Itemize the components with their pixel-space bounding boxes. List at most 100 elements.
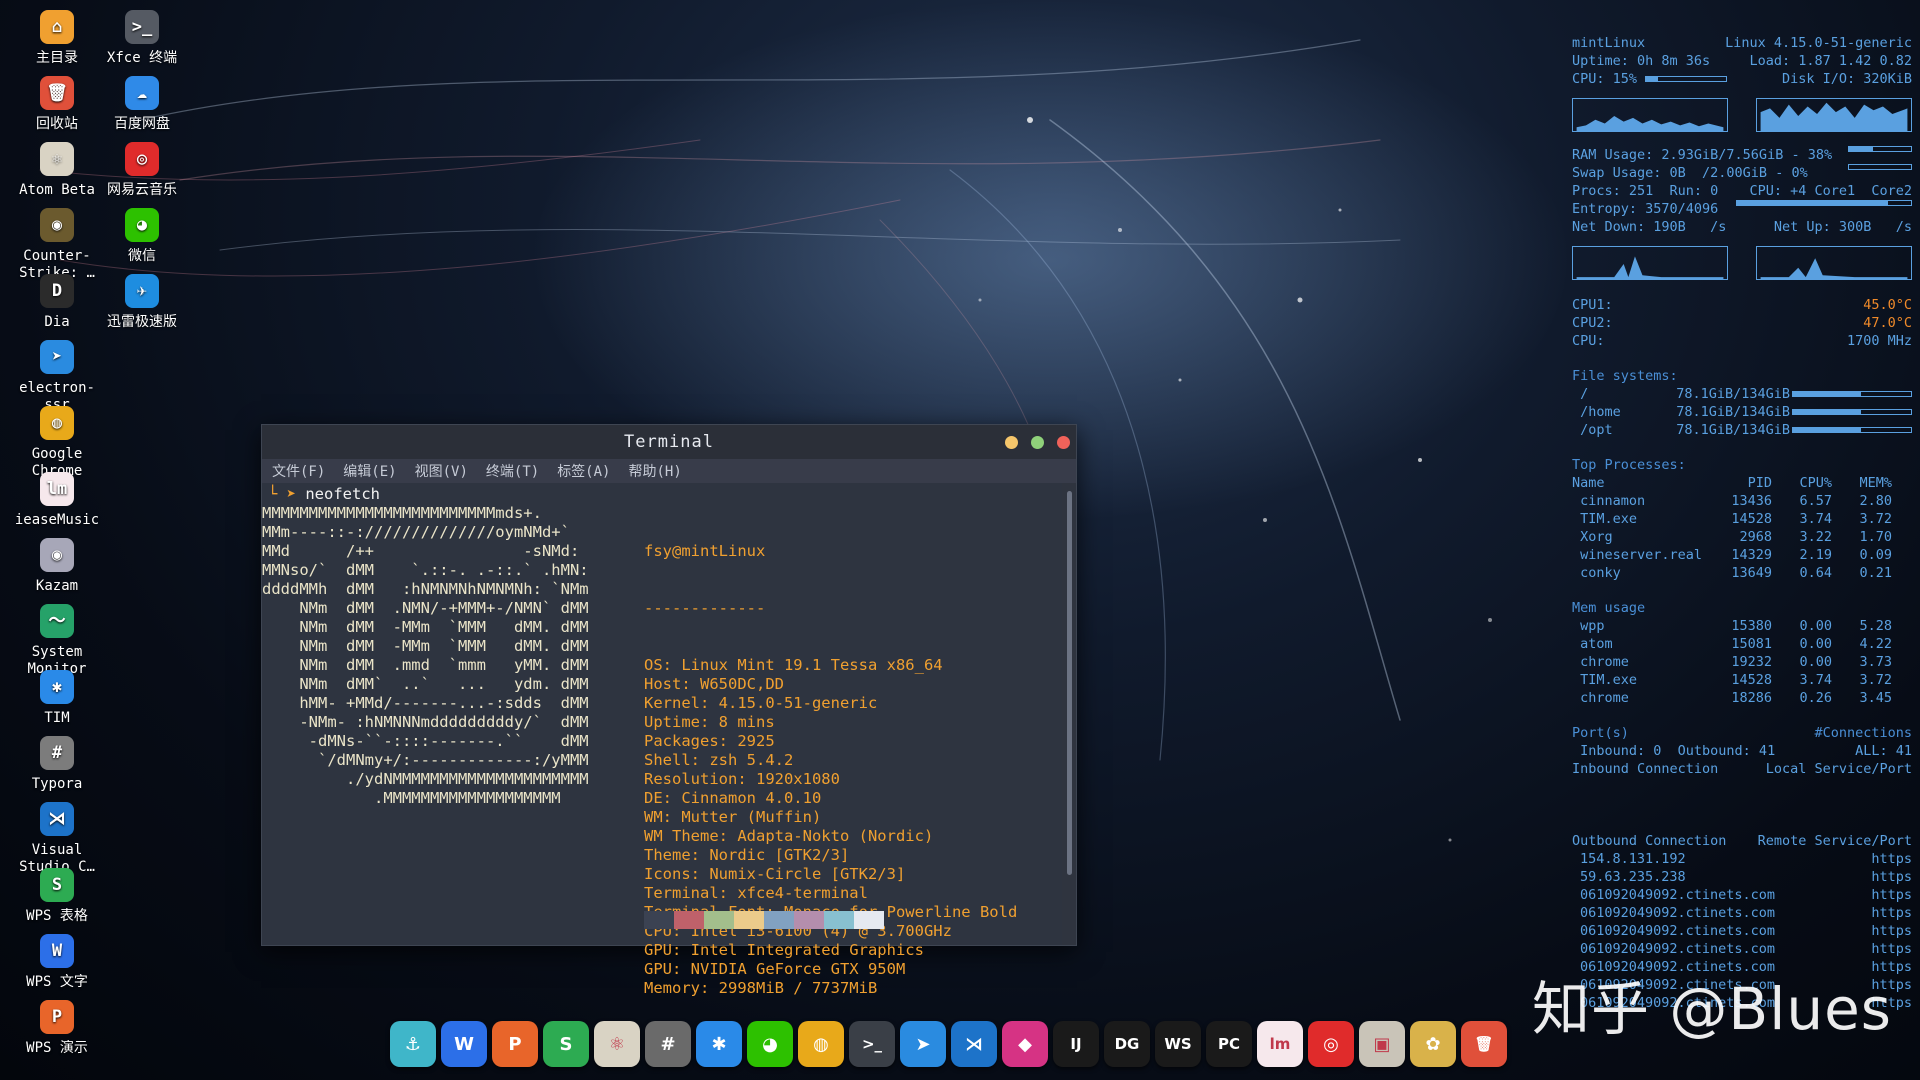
desktop-icon-baidu-netdisk[interactable]: ☁ 百度网盘: [98, 76, 186, 133]
color-swatch: [734, 911, 764, 929]
desktop-icon-tim[interactable]: ✱ TIM: [13, 670, 101, 727]
local-service-header: Local Service/Port: [1765, 761, 1912, 777]
process-row: TIM.exe 14528 3.74 3.72: [1572, 671, 1912, 689]
conky-cpu-freq: 1700 MHz: [1846, 333, 1912, 349]
netease-music-icon[interactable]: ◎: [1308, 1021, 1354, 1067]
desktop-icon-home-folder[interactable]: ⌂ 主目录: [13, 10, 101, 67]
neofetch-separator: -------------: [644, 599, 766, 617]
terminal-output[interactable]: └ ➤ neofetch MMMMMMMMMMMMMMMMMMMMMMMMMmd…: [262, 483, 1062, 997]
settings-icon[interactable]: ✿: [1410, 1021, 1456, 1067]
desktop-icon-typora[interactable]: # Typora: [13, 736, 101, 793]
pycharm-icon[interactable]: PC: [1206, 1021, 1252, 1067]
iease-music-icon[interactable]: lm: [1257, 1021, 1303, 1067]
process-row: cinnamon 13436 6.57 2.80: [1572, 492, 1912, 510]
system-monitor-icon: 〜: [40, 604, 74, 638]
filesystems-title: File systems:: [1572, 368, 1678, 384]
vscode-icon[interactable]: ⋊: [951, 1021, 997, 1067]
xunlei-icon: ✈: [125, 274, 159, 308]
process-cell: 0.00: [1799, 636, 1832, 652]
process-cell: 5.28: [1859, 618, 1892, 634]
telegram-icon[interactable]: ➤: [900, 1021, 946, 1067]
menu-item-5[interactable]: 帮助(H): [628, 461, 681, 481]
connection-host: 59.63.235.238: [1580, 869, 1686, 885]
maximize-button[interactable]: [1031, 436, 1044, 449]
desktop-icon-terminal[interactable]: >_ Xfce 终端: [98, 10, 186, 67]
prompt-arrow: └ ➤: [268, 485, 296, 503]
process-cell: 3.74: [1799, 511, 1832, 527]
process-row: chrome 18286 0.26 3.45: [1572, 689, 1912, 707]
desktop-icon-dia[interactable]: D Dia: [13, 274, 101, 331]
menu-item-1[interactable]: 编辑(E): [343, 461, 396, 481]
desktop-icon-xunlei[interactable]: ✈ 迅雷极速版: [98, 274, 186, 331]
menu-item-3[interactable]: 终端(T): [486, 461, 539, 481]
process-cell: 14528: [1731, 672, 1772, 688]
terminal-window[interactable]: Terminal 文件(F) 编辑(E) 视图(V) 终端(T) 标签(A) 帮助(H) …: [261, 424, 1077, 997]
desktop-icon-label: WPS 演示: [26, 1040, 88, 1056]
remote-service-header: Remote Service/Port: [1757, 833, 1912, 849]
terminal-icon[interactable]: >_: [849, 1021, 895, 1067]
dock: ⚓ W P S ⚛ # ✱ ◕ ◍ >_ ➤ ⋊ ◆ IJ DG WS PC lm ◎ ▣ ✿ 🗑: [390, 1016, 1512, 1072]
process-cell: 0.26: [1799, 690, 1832, 706]
anchor-icon[interactable]: ⚓: [390, 1021, 436, 1067]
neofetch-info-line: Memory: 2998MiB / 7737MiB: [644, 979, 878, 997]
desktop-icon-counter-strike[interactable]: ◉ Counter-Strike: …: [13, 208, 101, 282]
minimize-button[interactable]: [1005, 436, 1018, 449]
conky-cpu1-label: CPU1:: [1572, 297, 1613, 313]
atom-icon: ⚛: [40, 142, 74, 176]
conky-kernel: Linux 4.15.0-51-generic: [1725, 35, 1912, 51]
close-button[interactable]: [1057, 436, 1070, 449]
wps-spreadsheet-icon[interactable]: S: [543, 1021, 589, 1067]
desktop-icon-kazam[interactable]: ◉ Kazam: [13, 538, 101, 595]
connection-service: https: [1871, 851, 1912, 867]
desktop-icon-chrome[interactable]: ◍ Google Chrome: [13, 406, 101, 480]
connection-service: https: [1871, 923, 1912, 939]
desktop-icon-trash[interactable]: 🗑 回收站: [13, 76, 101, 133]
webstorm-icon[interactable]: WS: [1155, 1021, 1201, 1067]
connection-row: 59.63.235.238 https: [1572, 868, 1912, 886]
desktop-icon-atom[interactable]: ⚛ Atom Beta: [13, 142, 101, 199]
process-cell: 0.00: [1799, 654, 1832, 670]
desktop-icon-label: 主目录: [36, 50, 78, 66]
terminal-menubar: 文件(F) 编辑(E) 视图(V) 终端(T) 标签(A) 帮助(H): [262, 459, 1076, 483]
terminal-titlebar[interactable]: Terminal: [262, 425, 1076, 459]
process-cell: 3.74: [1799, 672, 1832, 688]
desktop-icon-netease-music[interactable]: ◎ 网易云音乐: [98, 142, 186, 199]
menu-item-4[interactable]: 标签(A): [557, 461, 610, 481]
color-swatch: [674, 911, 704, 929]
filesystem-bar: [1792, 427, 1912, 433]
trash-icon[interactable]: 🗑: [1461, 1021, 1507, 1067]
desktop-icon-wechat[interactable]: ◕ 微信: [98, 208, 186, 265]
atom-icon[interactable]: ⚛: [594, 1021, 640, 1067]
jetbrains-toolbox-icon[interactable]: ◆: [1002, 1021, 1048, 1067]
typora-icon: #: [40, 736, 74, 770]
wps-writer-icon[interactable]: W: [441, 1021, 487, 1067]
color-swatch: [824, 911, 854, 929]
menu-item-0[interactable]: 文件(F): [272, 461, 325, 481]
process-cell: cinnamon: [1572, 493, 1646, 509]
home-folder-icon: ⌂: [40, 10, 74, 44]
process-header: MEM%: [1859, 475, 1892, 491]
conky-disk-io: Disk I/O: 320KiB: [1781, 71, 1912, 87]
tim-icon: ✱: [40, 670, 74, 704]
menu-item-2[interactable]: 视图(V): [415, 461, 468, 481]
desktop-icon-wps-writer[interactable]: W WPS 文字: [13, 934, 101, 991]
typora-icon[interactable]: #: [645, 1021, 691, 1067]
image-viewer-icon[interactable]: ▣: [1359, 1021, 1405, 1067]
process-header: CPU%: [1799, 475, 1832, 491]
terminal-scrollbar[interactable]: [1067, 491, 1072, 875]
desktop-icon-paper-plane[interactable]: ➤ electron-ssr: [13, 340, 101, 414]
desktop-icon-wps-spreadsheet[interactable]: S WPS 表格: [13, 868, 101, 925]
desktop-icon-system-monitor[interactable]: 〜 System Monitor: [13, 604, 101, 678]
process-cell: 2968: [1739, 529, 1772, 545]
desktop-icon-wps-presentation[interactable]: P WPS 演示: [13, 1000, 101, 1057]
desktop-icon-vscode[interactable]: ⋊ Visual Studio C…: [13, 802, 101, 876]
intellij-icon[interactable]: IJ: [1053, 1021, 1099, 1067]
datagrip-icon[interactable]: DG: [1104, 1021, 1150, 1067]
process-cell: Xorg: [1572, 529, 1613, 545]
wps-presentation-icon[interactable]: P: [492, 1021, 538, 1067]
chrome-icon[interactable]: ◍: [798, 1021, 844, 1067]
tim-icon[interactable]: ✱: [696, 1021, 742, 1067]
process-cell: 2.80: [1859, 493, 1892, 509]
desktop-icon-iease-music[interactable]: lm ieaseMusic: [13, 472, 101, 529]
wechat-icon[interactable]: ◕: [747, 1021, 793, 1067]
